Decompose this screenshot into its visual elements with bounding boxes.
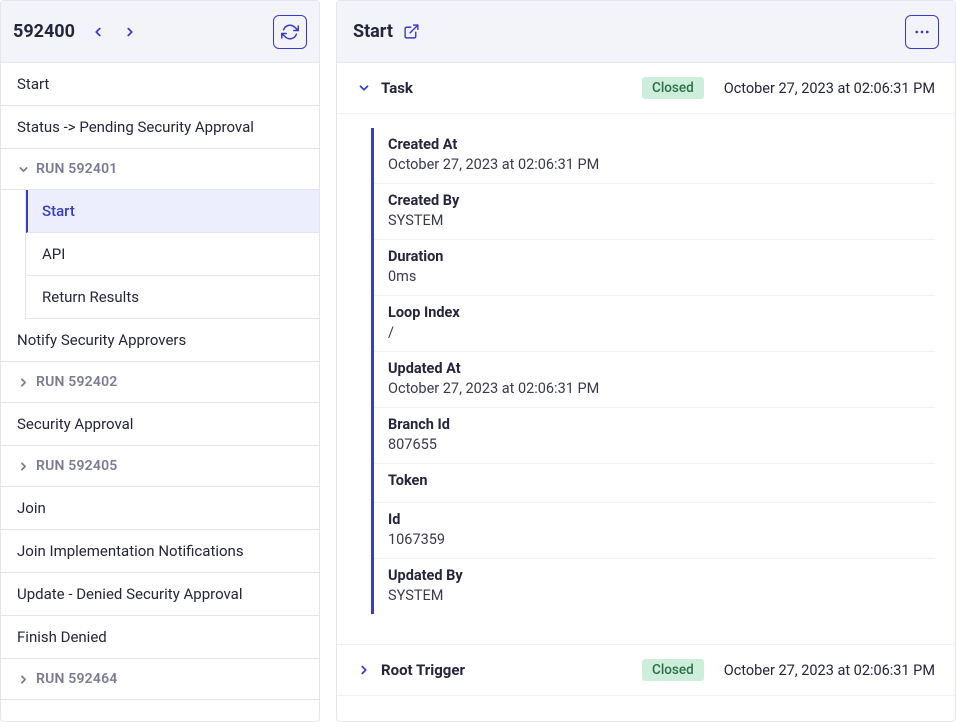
field-value: 807655	[388, 436, 921, 453]
prev-button[interactable]	[83, 17, 113, 47]
task-timestamp: October 27, 2023 at 02:06:31 PM	[724, 80, 935, 97]
run-toggle-row[interactable]: RUN 592402	[1, 362, 319, 403]
run-toggle-row[interactable]: RUN 592405	[1, 446, 319, 487]
run-child-item[interactable]: Return Results	[26, 276, 319, 319]
field-label: Branch Id	[388, 416, 921, 433]
open-external-button[interactable]	[403, 23, 420, 40]
run-label: RUN 592464	[36, 671, 117, 687]
task-detail-block: Created At October 27, 2023 at 02:06:31 P…	[371, 128, 935, 614]
chevron-left-icon	[91, 25, 105, 39]
external-link-icon	[403, 23, 420, 40]
list-item[interactable]: Update - Denied Security Approval	[1, 573, 319, 616]
left-header: 592400	[1, 1, 319, 63]
run-children: StartAPIReturn Results	[25, 190, 319, 319]
list-item[interactable]: Status -> Pending Security Approval	[1, 106, 319, 149]
detail-field: Updated By SYSTEM	[374, 559, 935, 614]
list-item[interactable]: Notify Security Approvers	[1, 319, 319, 362]
field-label: Token	[388, 472, 921, 489]
detail-field: Loop Index /	[374, 296, 935, 352]
field-value: /	[388, 324, 921, 341]
field-value: 0ms	[388, 268, 921, 285]
root-trigger-section-title: Root Trigger	[381, 661, 465, 679]
field-label: Updated By	[388, 567, 921, 584]
run-label: RUN 592405	[36, 458, 117, 474]
chevron-down-icon	[357, 81, 371, 95]
detail-field: Id 1067359	[374, 503, 935, 559]
chevron-right-icon	[17, 460, 30, 473]
right-header: Start	[337, 1, 955, 63]
list-item[interactable]: Join Implementation Notifications	[1, 530, 319, 573]
chevron-right-icon	[357, 663, 371, 677]
detail-field: Created By SYSTEM	[374, 184, 935, 240]
refresh-button[interactable]	[273, 15, 307, 49]
detail-field: Token	[374, 464, 935, 503]
detail-field: Branch Id 807655	[374, 408, 935, 464]
right-body[interactable]: Task Closed October 27, 2023 at 02:06:31…	[337, 63, 955, 721]
run-toggle-row[interactable]: RUN 592464	[1, 659, 319, 700]
field-label: Created By	[388, 192, 921, 209]
run-label: RUN 592402	[36, 374, 117, 390]
chevron-right-icon	[123, 25, 137, 39]
field-label: Loop Index	[388, 304, 921, 321]
field-value: October 27, 2023 at 02:06:31 PM	[388, 380, 921, 397]
next-button[interactable]	[115, 17, 145, 47]
task-status-badge: Closed	[642, 77, 704, 99]
list-item[interactable]: Finish Denied	[1, 616, 319, 659]
run-child-item[interactable]: Start	[26, 190, 319, 233]
refresh-icon	[281, 23, 299, 41]
right-panel: Start Task Closed October 27, 2023 at 02…	[336, 0, 956, 722]
run-id-title: 592400	[13, 21, 75, 42]
detail-title: Start	[353, 21, 393, 42]
field-label: Id	[388, 511, 921, 528]
chevron-right-icon	[17, 376, 30, 389]
run-child-item[interactable]: API	[26, 233, 319, 276]
list-item[interactable]: Start	[1, 63, 319, 106]
root-trigger-section-header[interactable]: Root Trigger Closed October 27, 2023 at …	[337, 644, 955, 696]
left-panel: 592400 StartStatus -> Pending Security A…	[0, 0, 320, 722]
list-item[interactable]: Security Approval	[1, 403, 319, 446]
field-label: Duration	[388, 248, 921, 265]
root-trigger-timestamp: October 27, 2023 at 02:06:31 PM	[724, 662, 935, 679]
chevron-right-icon	[17, 673, 30, 686]
root-trigger-status-badge: Closed	[642, 659, 704, 681]
detail-field: Created At October 27, 2023 at 02:06:31 P…	[374, 128, 935, 184]
field-label: Created At	[388, 136, 921, 153]
field-value: 1067359	[388, 531, 921, 548]
detail-field: Updated At October 27, 2023 at 02:06:31 P…	[374, 352, 935, 408]
task-section-title: Task	[381, 79, 413, 97]
field-label: Updated At	[388, 360, 921, 377]
list-item[interactable]: Join	[1, 487, 319, 530]
field-value: SYSTEM	[388, 587, 921, 604]
nav-arrows	[83, 17, 145, 47]
run-label: RUN 592401	[36, 161, 117, 177]
detail-field: Duration 0ms	[374, 240, 935, 296]
field-value: SYSTEM	[388, 212, 921, 229]
more-actions-button[interactable]	[905, 15, 939, 49]
chevron-down-icon	[17, 163, 30, 176]
task-section-header[interactable]: Task Closed October 27, 2023 at 02:06:31…	[337, 63, 955, 114]
left-list[interactable]: StartStatus -> Pending Security Approval…	[1, 63, 319, 721]
field-value: October 27, 2023 at 02:06:31 PM	[388, 156, 921, 173]
run-toggle-row[interactable]: RUN 592401	[1, 149, 319, 190]
ellipsis-icon	[913, 23, 931, 41]
